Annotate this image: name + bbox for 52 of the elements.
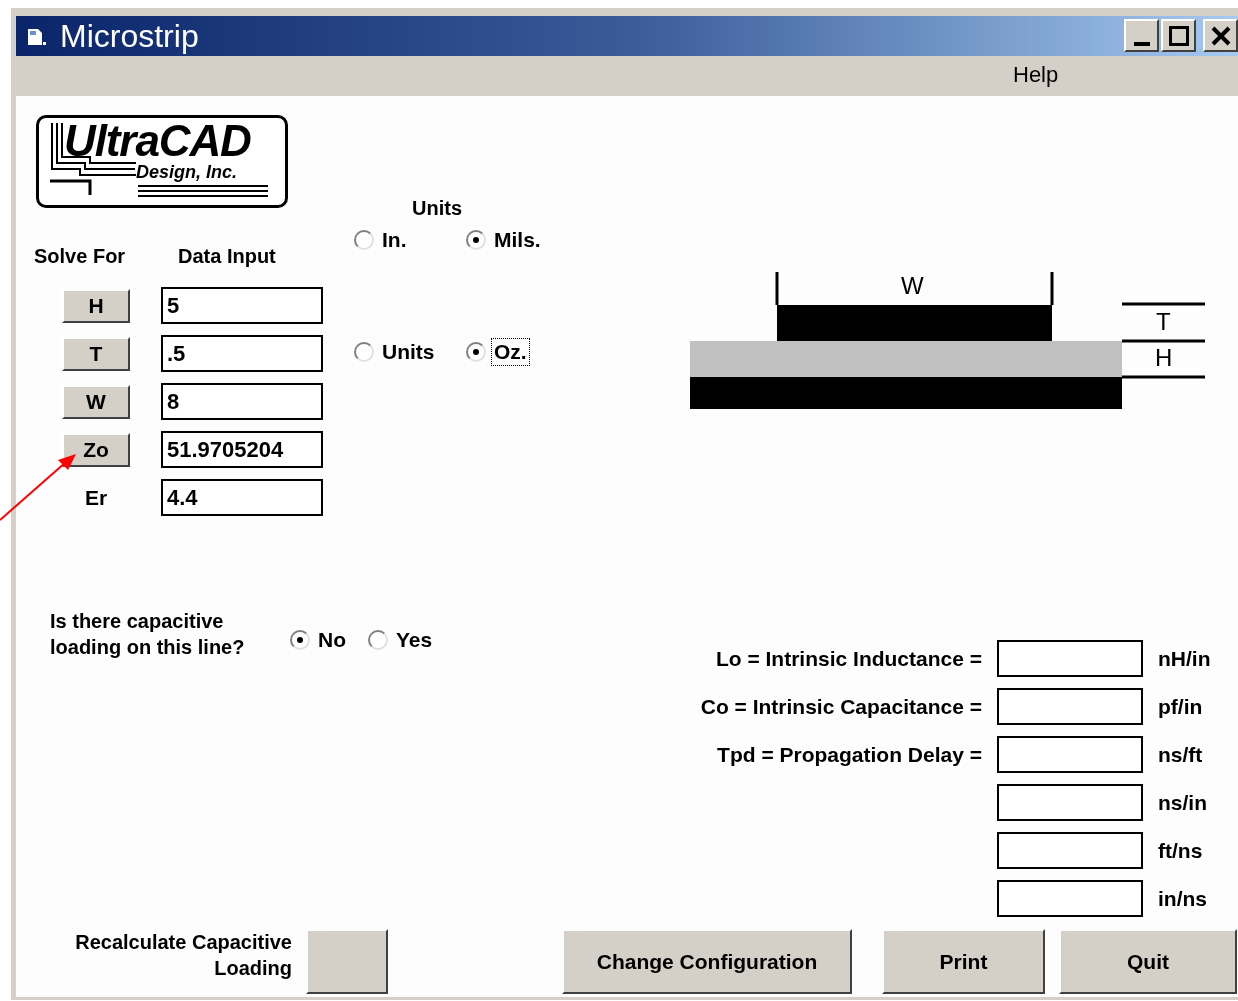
output-field[interactable] [997,784,1143,821]
unit-label: pf/in [1158,693,1204,720]
action-button[interactable]: Quit [1059,929,1237,994]
input-field[interactable]: 4.4 [161,479,323,516]
solve-button[interactable]: Zo [62,432,130,467]
output-label: Co = Intrinsic Capacitance = [699,693,982,720]
action-button[interactable]: Print [882,929,1045,994]
minimize-button[interactable] [1124,19,1159,52]
window-title: Microstrip [60,17,199,55]
output-label: Lo = Intrinsic Inductance = [714,645,982,672]
radio-option[interactable]: Units [354,339,440,365]
column-heading: Data Input [178,244,276,269]
unit-label: in/ns [1158,885,1208,912]
capacitive-loading-question: Is there capacitive loading on this line? [50,609,246,660]
solve-button[interactable]: H [62,288,130,323]
radio-option[interactable]: Yes [368,627,435,653]
solve-button[interactable]: W [62,384,130,419]
window-icon [26,27,48,47]
output-field[interactable] [997,640,1143,677]
minimize-icon [1133,42,1150,46]
input-field[interactable]: 8 [161,383,323,420]
unit-label: ns/in [1158,789,1208,816]
radio-option[interactable]: Oz. [466,339,529,365]
dimension-label: W [901,272,924,300]
output-field[interactable] [997,880,1143,917]
input-field[interactable]: .5 [161,335,323,372]
recalculate-button[interactable] [306,929,388,994]
parameter-label: Er [83,484,109,511]
unit-label: nH/in [1158,645,1211,672]
units-label: Units [412,196,462,221]
output-field[interactable] [997,736,1143,773]
dimension-label: H [1155,344,1173,372]
close-icon [1210,25,1231,46]
radio-option[interactable]: Mils. [466,227,543,253]
recalculate-label: Recalculate Capacitive Loading [74,930,292,981]
menu-item[interactable]: Help [1005,60,1067,90]
output-field[interactable] [997,832,1143,869]
input-field[interactable]: 51.9705204 [161,431,323,468]
input-field[interactable]: 5 [161,287,323,324]
output-field[interactable] [997,688,1143,725]
dimension-label: T [1156,308,1171,336]
column-heading: Solve For [34,244,126,269]
maximize-button[interactable] [1161,19,1196,52]
close-button[interactable] [1203,19,1238,52]
action-button[interactable]: Change Configuration [562,929,852,994]
unit-label: ns/ft [1158,741,1204,768]
solve-button[interactable]: T [62,336,130,371]
unit-label: ft/ns [1158,837,1204,864]
maximize-icon [1168,25,1189,46]
radio-option[interactable]: In. [354,227,440,253]
radio-option[interactable]: No [290,627,348,653]
output-label: Tpd = Propagation Delay = [716,741,982,768]
